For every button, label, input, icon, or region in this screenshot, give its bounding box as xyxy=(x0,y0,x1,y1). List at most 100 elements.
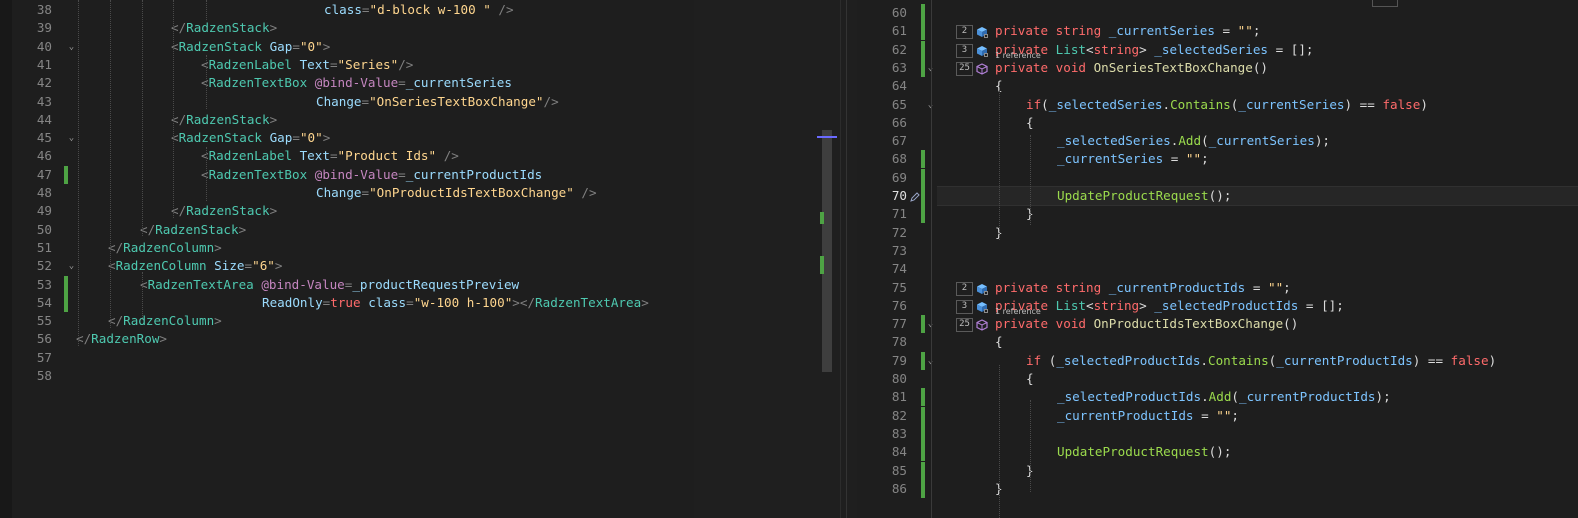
code-line[interactable]: 82 _currentProductIds = ""; xyxy=(857,406,1578,425)
code-line[interactable]: 86} xyxy=(857,479,1578,498)
code-token: @bind-Value xyxy=(314,75,399,91)
code-line[interactable]: 70 UpdateProductRequest(); xyxy=(857,187,1578,205)
code-line[interactable]: 57 xyxy=(12,349,694,367)
code-line[interactable]: 66 { xyxy=(857,114,1578,132)
change-indicator xyxy=(921,4,925,22)
code-text: ReadOnly=true class="w-100 h-100"></Radz… xyxy=(262,294,649,312)
fold-chevron-icon[interactable]: ⌄ xyxy=(67,42,76,51)
line-number: 78 xyxy=(891,334,907,350)
code-line[interactable]: 60 xyxy=(857,4,1578,22)
code-line[interactable]: 75 2 private string _currentProductIds = "… xyxy=(857,279,1578,297)
code-line[interactable]: 45 ⌄ <RadzenStack Gap="0"> xyxy=(12,129,694,147)
code-line[interactable]: 78 { xyxy=(857,333,1578,351)
code-token: string xyxy=(1093,297,1140,313)
code-line[interactable]: 47 <RadzenTextBox @bind-Value=_currentPro… xyxy=(12,165,694,184)
code-line[interactable]: 64{ xyxy=(857,77,1578,95)
code-line[interactable]: 84 UpdateProductRequest(); xyxy=(857,443,1578,462)
code-token: = []; xyxy=(1298,297,1344,313)
left-editor-scrollbar[interactable] xyxy=(822,130,832,372)
code-token: . xyxy=(1201,389,1209,405)
code-line[interactable]: 51 </RadzenColumn> xyxy=(12,239,694,257)
indent-guide xyxy=(142,272,143,320)
code-text: </RadzenStack> xyxy=(171,111,277,129)
line-number: 62 xyxy=(891,41,907,57)
code-token: < xyxy=(201,148,209,164)
code-text: </RadzenColumn> xyxy=(108,312,222,330)
code-line[interactable]: 58 xyxy=(12,367,694,385)
code-lens-reference[interactable]: 1 reference xyxy=(995,307,1041,317)
code-text: { xyxy=(1026,370,1034,388)
code-line[interactable]: 49 </RadzenStack> xyxy=(12,202,694,220)
code-line[interactable]: 55 </RadzenColumn> xyxy=(12,312,694,330)
indent-guide xyxy=(999,90,1000,240)
code-line[interactable]: 39 </RadzenStack> xyxy=(12,19,694,37)
code-text: </RadzenColumn> xyxy=(108,239,222,257)
fold-chevron-icon[interactable]: ⌄ xyxy=(67,134,76,143)
code-token: < xyxy=(201,56,209,72)
code-line[interactable]: 68 _currentSeries = ""; xyxy=(857,150,1578,169)
code-token: > xyxy=(274,258,283,274)
reference-count-badge[interactable]: 25 xyxy=(956,61,973,76)
code-line[interactable]: 81 _selectedProductIds.Add(_currentProduc… xyxy=(857,388,1578,407)
line-number: 55 xyxy=(36,313,52,329)
code-token: List xyxy=(1055,41,1087,57)
code-line[interactable]: 79 ⌄ if (_selectedProductIds.Contains(_cur… xyxy=(857,351,1578,370)
code-line[interactable]: 54 ReadOnly=true class="w-100 h-100"></Ra… xyxy=(12,293,694,312)
line-number: 58 xyxy=(36,368,52,383)
code-line[interactable]: 53 <RadzenTextArea @bind-Value=_productRe… xyxy=(12,275,694,294)
reference-count-badge[interactable]: 3 xyxy=(956,299,973,314)
code-line[interactable]: 50 </RadzenStack> xyxy=(12,221,694,239)
code-line[interactable]: 72} xyxy=(857,224,1578,242)
right-editor-csharp[interactable]: 60 61 2 private string _currentSeries = "";… xyxy=(857,0,1578,518)
code-token: > xyxy=(269,111,278,127)
code-line[interactable]: 56 </RadzenRow> xyxy=(12,330,694,348)
left-editor-razor[interactable]: 38 class="d-block w-100 " /> 39 </RadzenSta… xyxy=(12,0,694,518)
code-token: > xyxy=(238,221,247,237)
fold-chevron-icon[interactable]: ⌄ xyxy=(67,262,76,271)
code-line[interactable]: 44 </RadzenStack> xyxy=(12,111,694,129)
reference-count-badge[interactable]: 3 xyxy=(956,43,973,58)
indent-guide xyxy=(110,0,111,328)
code-line[interactable]: 76 3 private List<string> _selectedProduct… xyxy=(857,297,1578,315)
line-number: 74 xyxy=(891,261,907,277)
code-line[interactable]: 61 2 private string _currentSeries = ""; xyxy=(857,22,1578,41)
code-line[interactable]: 74 xyxy=(857,260,1578,278)
code-token: string xyxy=(1093,41,1140,57)
code-line[interactable]: 85} xyxy=(857,461,1578,480)
code-line[interactable]: 67 _selectedSeries.Add(_currentSeries); xyxy=(857,132,1578,150)
code-text: _currentProductIds = ""; xyxy=(1057,407,1239,425)
code-token: { xyxy=(995,334,1003,350)
reference-count-badge[interactable]: 2 xyxy=(956,281,973,296)
code-line[interactable]: 46 <RadzenLabel Text="Product Ids" /> xyxy=(12,147,694,165)
code-line[interactable]: 77 ⌄ 25 private void OnProductIdsTextBoxCha… xyxy=(857,315,1578,334)
change-indicator xyxy=(921,424,925,443)
code-line[interactable]: 71} xyxy=(857,205,1578,224)
code-line[interactable]: 73 xyxy=(857,242,1578,260)
code-line[interactable]: 41 <RadzenLabel Text="Series"/> xyxy=(12,56,694,74)
split-divider[interactable] xyxy=(840,0,841,518)
split-divider-edge xyxy=(846,0,847,518)
code-line[interactable]: 69 xyxy=(857,168,1578,187)
line-number: 81 xyxy=(891,389,907,405)
code-token: = xyxy=(361,185,370,200)
code-line[interactable]: 65 ⌄ if(_selectedSeries.Contains(_currentS… xyxy=(857,96,1578,114)
code-line[interactable]: 43 Change="OnSeriesTextBoxChange"/> xyxy=(12,93,694,111)
code-line[interactable]: 48 Change="OnProductIdsTextBoxChange" /> xyxy=(12,184,694,202)
code-line[interactable]: 38 class="d-block w-100 " /> xyxy=(12,1,694,19)
code-token: RadzenColumn xyxy=(123,239,215,255)
reference-count-badge[interactable]: 25 xyxy=(956,318,973,333)
code-line[interactable]: 62 3 private List<string> _selectedSeries … xyxy=(857,40,1578,59)
code-line[interactable]: 83 xyxy=(857,424,1578,443)
code-line[interactable]: 42 <RadzenTextBox @bind-Value=_currentSer… xyxy=(12,74,694,92)
code-token: "" xyxy=(1185,151,1202,167)
code-line[interactable]: 40 ⌄ <RadzenStack Gap="0"> xyxy=(12,38,694,56)
line-number: 82 xyxy=(891,407,907,423)
code-token: UpdateProductRequest xyxy=(1057,188,1209,203)
code-line[interactable]: 80 { xyxy=(857,370,1578,388)
code-line[interactable]: 52 ⌄ <RadzenColumn Size="6"> xyxy=(12,257,694,275)
code-token: RadzenLabel xyxy=(208,148,300,164)
code-line[interactable]: 63 ⌄ 25 private void OnSeriesTextBoxChange(… xyxy=(857,58,1578,77)
reference-count-badge[interactable]: 2 xyxy=(956,25,973,40)
code-lens-reference[interactable]: 1 reference xyxy=(995,51,1041,61)
line-number: 86 xyxy=(891,480,907,496)
